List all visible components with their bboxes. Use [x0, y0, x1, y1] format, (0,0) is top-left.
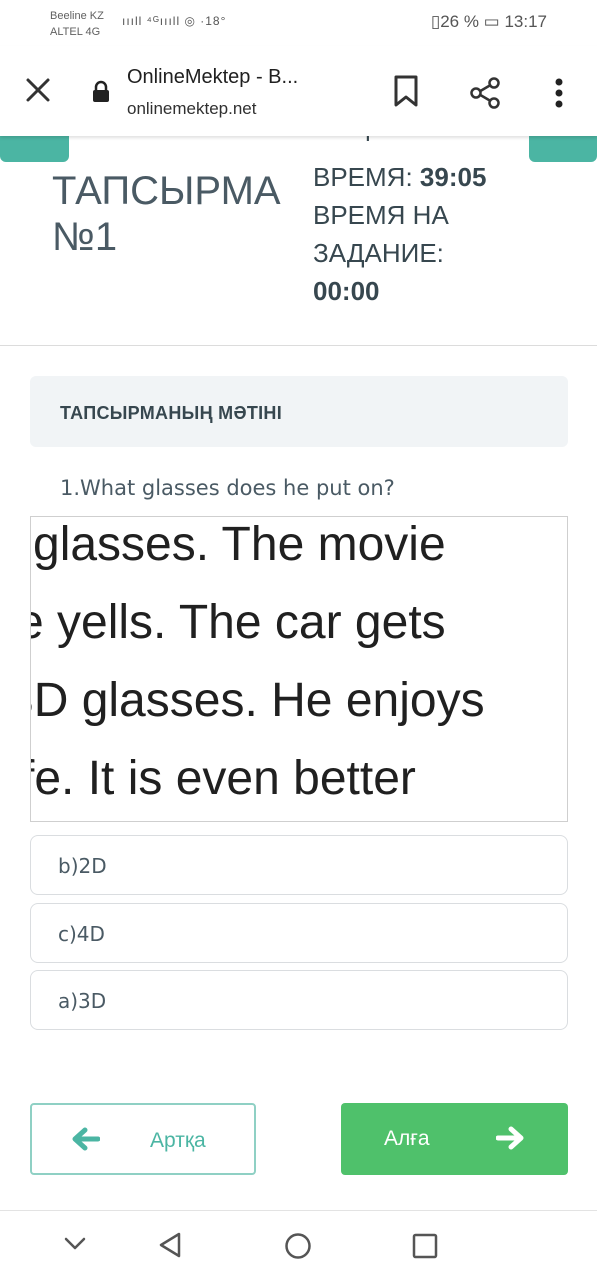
- back-button-label: Артқа: [150, 1129, 206, 1152]
- next-button[interactable]: Алға: [341, 1103, 568, 1175]
- lock-icon: [93, 80, 109, 102]
- more-vert-icon[interactable]: [545, 76, 573, 110]
- site-url[interactable]: onlinemektep.net: [127, 99, 256, 119]
- task-time-label: ВРЕМЯ НА ЗАДАНИЕ:: [313, 200, 449, 268]
- arrow-right-icon: [496, 1126, 524, 1150]
- total-time-label: ВРЕМЯ:: [313, 162, 413, 192]
- answer-option-label: c)4D: [58, 922, 105, 946]
- carrier-2: ALTEL 4G: [50, 26, 101, 38]
- recents-square-icon[interactable]: [412, 1233, 438, 1259]
- site-title[interactable]: OnlineMektep - B...: [127, 66, 298, 89]
- answer-option[interactable]: b)2D: [30, 835, 568, 895]
- task-text-header-label: ТАПСЫРМАНЫҢ МӘТІНІ: [60, 403, 283, 423]
- share-icon[interactable]: [468, 76, 502, 110]
- carrier-1: Beeline KZ: [50, 10, 104, 22]
- chevron-down-icon[interactable]: [64, 1237, 86, 1251]
- task-text-header: ТАПСЫРМАНЫҢ МӘТІНІ: [30, 376, 568, 447]
- back-button[interactable]: Артқа: [30, 1103, 256, 1175]
- arrow-left-icon: [72, 1127, 100, 1151]
- system-nav-bar: [0, 1211, 597, 1280]
- next-button-label: Алға: [384, 1127, 430, 1150]
- answer-option-label: b)2D: [58, 854, 107, 878]
- task-title: ТАПСЫРМА №1: [52, 169, 281, 259]
- total-time: ВРЕМЯ: 39:05: [313, 158, 573, 196]
- text-line: e yells. The car gets: [30, 596, 446, 649]
- answer-option-label: a)3D: [58, 989, 107, 1013]
- question-text: 1.What glasses does he put on?: [60, 476, 395, 500]
- back-triangle-icon[interactable]: [157, 1231, 183, 1259]
- browser-toolbar: OnlineMektep - B... onlinemektep.net: [0, 46, 597, 136]
- status-bar: Beeline KZ ALTEL 4G ıııll ⁴ᴳıııll ◎ ·18°…: [0, 0, 597, 46]
- close-icon[interactable]: [22, 74, 54, 106]
- menu-tab-left[interactable]: [0, 136, 69, 162]
- text-line: glasses. The movie: [33, 518, 446, 571]
- home-circle-icon[interactable]: [284, 1232, 312, 1260]
- total-time-value: 39:05: [419, 162, 487, 192]
- divider: [0, 345, 597, 346]
- signal-indicators: ıııll ⁴ᴳıııll ◎ ·18°: [122, 14, 227, 28]
- timer-block: ВРЕМЯ: 39:05 ВРЕМЯ НА ЗАДАНИЕ: 00:00: [313, 158, 573, 310]
- answer-option[interactable]: c)4D: [30, 903, 568, 963]
- task-text-frame[interactable]: glasses. The movie e yells. The car gets…: [30, 516, 568, 822]
- task-time-value: 00:00: [313, 276, 380, 306]
- text-line: 3D glasses. He enjoys: [30, 674, 485, 727]
- answer-option[interactable]: a)3D: [30, 970, 568, 1030]
- bookmark-icon[interactable]: [392, 74, 420, 108]
- battery-time: ▯26 % ▭ 13:17: [430, 12, 547, 31]
- text-line: fe. It is even better: [30, 752, 416, 805]
